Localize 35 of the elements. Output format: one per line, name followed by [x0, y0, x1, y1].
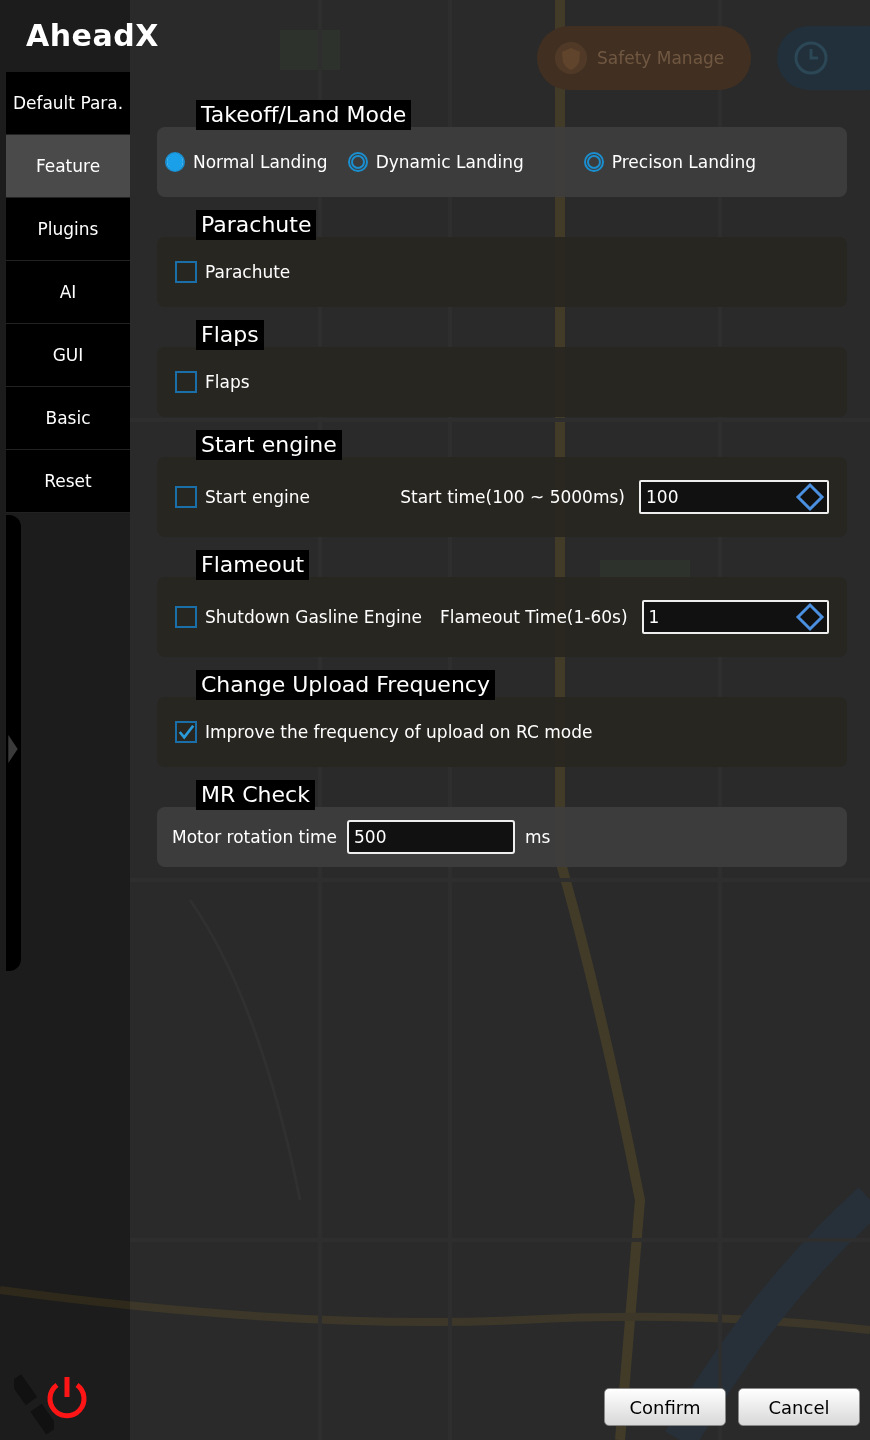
sidebar-item[interactable]: Plugins — [6, 198, 130, 261]
sidebar-item[interactable]: Feature — [6, 135, 130, 198]
sidebar-item[interactable]: Reset — [6, 450, 130, 513]
field-label: Flameout Time(1-60s) — [440, 607, 628, 627]
number-field[interactable]: 1 — [641, 600, 829, 634]
section-title: Start engine — [196, 430, 342, 460]
section-title: Change Upload Frequency — [196, 670, 495, 700]
spinner-icon[interactable] — [795, 482, 825, 512]
field-label: Start time(100 ~ 5000ms) — [400, 487, 625, 507]
checkbox-option[interactable]: Improve the frequency of upload on RC mode — [175, 721, 593, 743]
confirm-button[interactable]: Confirm — [604, 1388, 726, 1426]
section-title: Flaps — [196, 320, 264, 350]
app-logo: AheadX — [26, 18, 159, 53]
section-title: Takeoff/Land Mode — [196, 100, 412, 130]
radio-option[interactable]: Precison Landing — [583, 152, 757, 172]
radio-option[interactable]: Dynamic Landing — [347, 152, 524, 172]
checkbox-option[interactable]: Start engine — [175, 486, 310, 508]
checkbox-option[interactable]: Shutdown Gasline Engine — [175, 606, 423, 628]
field-label: Motor rotation time — [172, 827, 337, 847]
sidebar-item[interactable]: AI — [6, 261, 130, 324]
check-icon — [177, 723, 195, 741]
number-field[interactable]: 100 — [639, 480, 829, 514]
sidebar-item[interactable]: Basic — [6, 387, 130, 450]
section-title: Flameout — [196, 550, 310, 580]
checkbox-option[interactable]: Parachute — [175, 261, 291, 283]
input-field[interactable]: 500 — [347, 820, 515, 854]
cancel-button[interactable]: Cancel — [738, 1388, 860, 1426]
section-title: MR Check — [196, 780, 315, 810]
spinner-icon[interactable] — [795, 602, 825, 632]
radio-option[interactable]: Normal Landing — [165, 152, 328, 172]
unit-label: ms — [525, 827, 551, 847]
checkbox-option[interactable]: Flaps — [175, 371, 250, 393]
section-title: Parachute — [196, 210, 317, 240]
sidebar-item[interactable]: Default Para. — [6, 72, 130, 135]
sidebar-item[interactable]: GUI — [6, 324, 130, 387]
